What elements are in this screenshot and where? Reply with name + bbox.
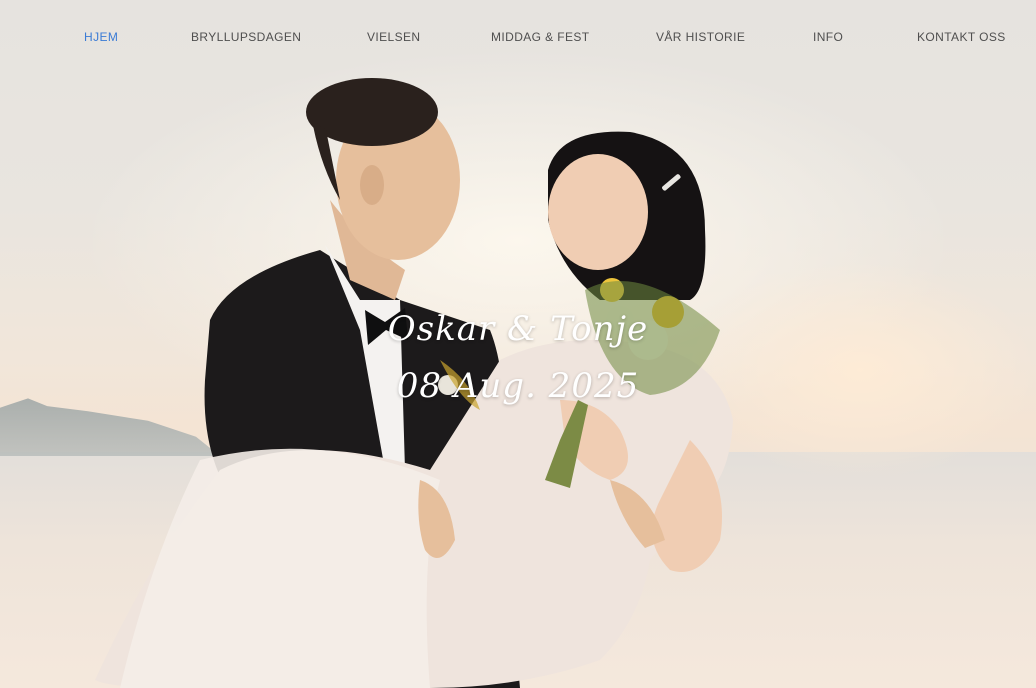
nav-item-var-historie[interactable]: VÅR HISTORIE <box>656 27 745 47</box>
hero-section: HJEM BRYLLUPSDAGEN VIELSEN MIDDAG & FEST… <box>0 0 1036 688</box>
hero-title-block: Oskar & Tonje 08 Aug. 2025 <box>0 300 1036 414</box>
couple-names: Oskar & Tonje <box>387 309 649 349</box>
nav-item-vielsen[interactable]: VIELSEN <box>367 27 421 47</box>
main-navigation: HJEM BRYLLUPSDAGEN VIELSEN MIDDAG & FEST… <box>0 27 1036 47</box>
nav-item-middag-fest[interactable]: MIDDAG & FEST <box>491 27 590 47</box>
nav-item-info[interactable]: INFO <box>813 27 843 47</box>
nav-item-bryllupsdagen[interactable]: BRYLLUPSDAGEN <box>191 27 301 47</box>
nav-item-kontakt-oss[interactable]: KONTAKT OSS <box>917 27 1006 47</box>
nav-item-hjem[interactable]: HJEM <box>84 27 118 47</box>
wedding-date: 08 Aug. 2025 <box>396 366 640 406</box>
